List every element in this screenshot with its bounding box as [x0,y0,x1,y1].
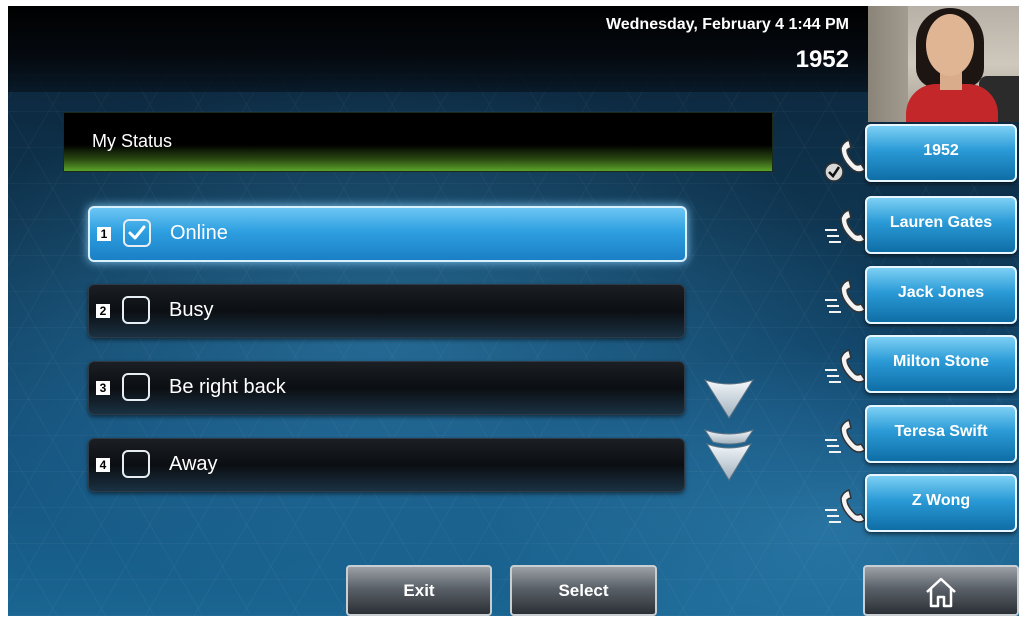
option-number: 2 [96,304,110,318]
line-key-lauren-gates[interactable]: Lauren Gates [865,196,1017,254]
option-number: 3 [96,381,110,395]
line-key-jack-jones[interactable]: Jack Jones [865,266,1017,324]
phone-handset-icon [825,419,867,453]
line-key-teresa-swift[interactable]: Teresa Swift [865,405,1017,463]
phone-screen: Wednesday, February 4 1:44 PM 1952 My St… [8,6,1019,616]
home-button[interactable] [863,565,1019,616]
select-button[interactable]: Select [510,565,657,616]
video-preview[interactable] [868,6,1019,122]
status-option-online[interactable]: 1 Online [88,206,687,262]
checkbox[interactable] [122,450,150,478]
status-option-busy[interactable]: 2 Busy [88,284,685,338]
phone-handset-icon [825,279,867,313]
scroll-down-icon[interactable] [703,376,755,420]
option-number: 4 [96,458,110,472]
line-key-z-wong[interactable]: Z Wong [865,474,1017,532]
option-label: Online [170,222,228,244]
option-number: 1 [97,227,111,241]
checkbox[interactable] [122,373,150,401]
extension-number: 1952 [795,46,849,73]
checkbox-checked[interactable] [123,219,151,247]
option-label: Be right back [169,376,286,398]
status-option-be-right-back[interactable]: 3 Be right back [88,361,685,415]
option-label: Busy [169,299,214,321]
line-key-1952[interactable]: 1952 [865,124,1017,182]
exit-button[interactable]: Exit [346,565,492,616]
date-time: Wednesday, February 4 1:44 PM [605,16,849,33]
page-title-bar: My Status [63,112,773,172]
phone-handset-icon [825,489,867,523]
home-icon [926,577,956,608]
checkbox[interactable] [122,296,150,324]
line-key-milton-stone[interactable]: Milton Stone [865,335,1017,393]
status-option-away[interactable]: 4 Away [88,438,685,492]
page-down-icon[interactable] [703,426,755,482]
phone-handset-icon [825,349,867,383]
check-icon [128,225,146,240]
option-label: Away [169,453,218,475]
phone-handset-icon [825,209,867,243]
page-title: My Status [92,131,173,151]
phone-registered-icon [824,139,867,182]
